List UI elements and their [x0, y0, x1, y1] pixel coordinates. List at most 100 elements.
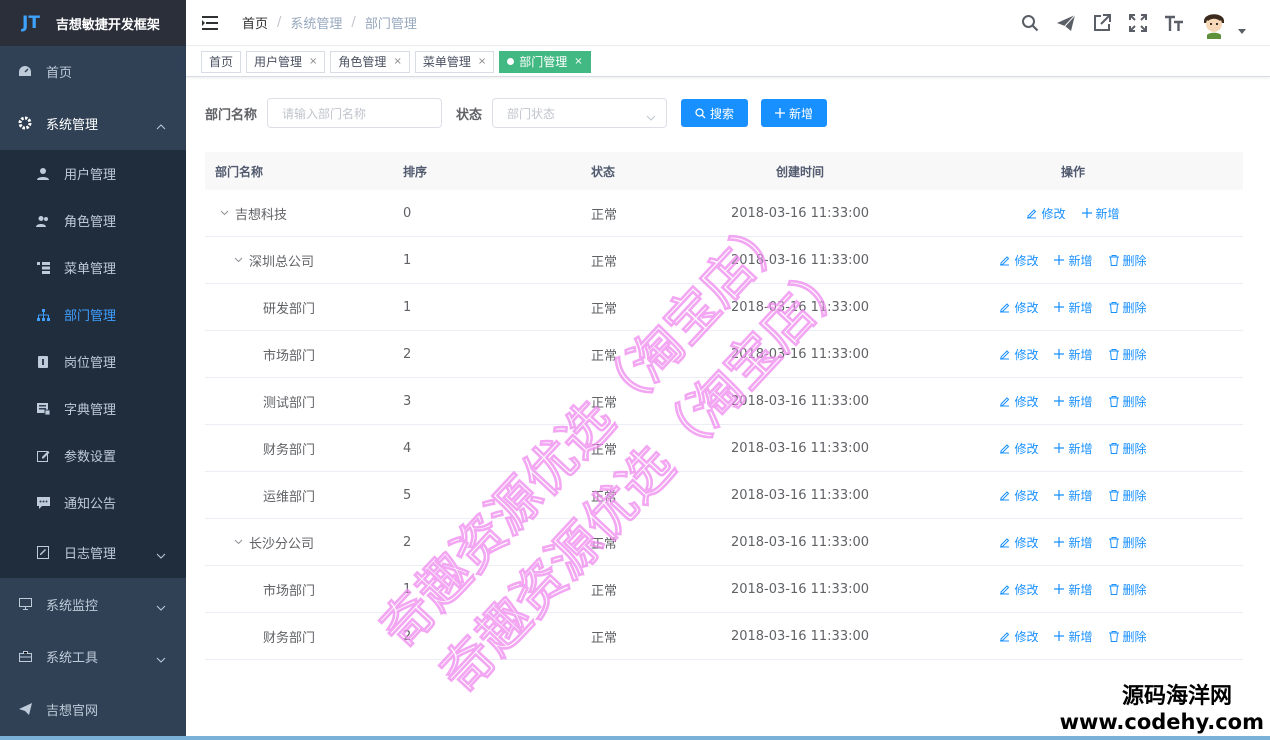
edit-button[interactable]: 修改	[999, 487, 1038, 504]
tag-label: 角色管理	[338, 55, 387, 69]
sidebar-item-depts[interactable]: 部门管理	[0, 291, 186, 338]
sidebar-item-users[interactable]: 用户管理	[0, 150, 186, 197]
add-child-button[interactable]: 新增	[1081, 205, 1120, 222]
delete-button[interactable]: 删除	[1108, 252, 1147, 269]
add-child-button[interactable]: 新增	[1054, 628, 1093, 645]
add-child-button[interactable]: 新增	[1054, 534, 1093, 551]
close-icon[interactable]: ×	[574, 56, 582, 67]
delete-button[interactable]: 删除	[1108, 346, 1147, 363]
dept-name-input[interactable]: 请输入部门名称	[267, 98, 443, 128]
search-button[interactable]: 搜索	[681, 99, 749, 127]
log-icon	[36, 545, 50, 559]
tree-table-icon	[36, 261, 50, 275]
breadcrumb-item[interactable]: 首页	[242, 13, 268, 32]
edit-button[interactable]: 修改	[999, 628, 1038, 645]
sidebar-item-system[interactable]: 系统管理	[0, 96, 186, 150]
caret-down-icon[interactable]	[1238, 23, 1246, 38]
edit-label: 修改	[1014, 488, 1039, 503]
edit-button[interactable]: 修改	[999, 346, 1038, 363]
edit-button[interactable]: 修改	[999, 534, 1038, 551]
close-icon[interactable]: ×	[309, 56, 317, 67]
sidebar-item-roles[interactable]: 角色管理	[0, 197, 186, 244]
search-icon[interactable]	[1020, 13, 1040, 33]
fullscreen-icon[interactable]	[1128, 13, 1148, 33]
sidebar-item-label: 参数设置	[64, 450, 117, 465]
sidebar-item-label: 角色管理	[64, 215, 117, 230]
cell-actions: 修改 新增 删除	[903, 487, 1243, 504]
chevron-down-icon[interactable]	[217, 210, 231, 216]
font-size-icon[interactable]	[1164, 13, 1184, 33]
active-dot-icon	[507, 58, 515, 65]
trash-icon	[1108, 395, 1119, 407]
tag-home[interactable]: 首页	[201, 50, 242, 73]
edit-button[interactable]: 修改	[1026, 205, 1066, 222]
close-icon[interactable]: ×	[478, 56, 486, 67]
cell-dept-name: 研发部门	[205, 298, 393, 317]
edit-label: 修改	[1014, 300, 1039, 315]
dept-name: 财务部门	[263, 630, 316, 646]
sidebar-item-website[interactable]: 吉想官网	[0, 682, 186, 736]
delete-button[interactable]: 删除	[1108, 393, 1147, 410]
delete-button[interactable]: 删除	[1108, 628, 1147, 645]
edit-button[interactable]: 修改	[999, 581, 1038, 598]
edit-button[interactable]: 修改	[999, 252, 1038, 269]
edit-button[interactable]: 修改	[999, 440, 1038, 457]
cell-status: 正常	[591, 207, 618, 223]
add-label: 新增	[1095, 206, 1120, 221]
cell-dept-name: 市场部门	[205, 345, 393, 364]
cell-actions: 修改 新增 删除	[903, 393, 1243, 410]
sidebar-item-home[interactable]: 首页	[0, 46, 186, 96]
add-button[interactable]: 新增	[761, 99, 828, 127]
chevron-down-icon[interactable]	[231, 539, 245, 545]
tag-menus[interactable]: 菜单管理 ×	[414, 50, 495, 73]
tag-users[interactable]: 用户管理 ×	[246, 50, 326, 73]
add-child-button[interactable]: 新增	[1054, 393, 1093, 410]
tag-roles[interactable]: 角色管理 ×	[330, 50, 410, 73]
edit-button[interactable]: 修改	[999, 393, 1038, 410]
paper-plane-icon[interactable]	[1056, 13, 1076, 33]
sidebar-item-dict[interactable]: 字典管理	[0, 385, 186, 432]
add-label: 新增	[1068, 582, 1093, 597]
external-link-icon[interactable]	[1092, 13, 1112, 33]
delete-button[interactable]: 删除	[1108, 440, 1147, 457]
add-child-button[interactable]: 新增	[1054, 252, 1093, 269]
hamburger-icon[interactable]	[202, 15, 218, 30]
edit-label: 修改	[1014, 394, 1039, 409]
tags-view: 首页 用户管理 × 角色管理 × 菜单管理 × 部门管理 ×	[186, 47, 1270, 77]
sidebar-item-notice[interactable]: 通知公告	[0, 479, 186, 526]
cell-dept-name: 市场部门	[205, 580, 393, 599]
chevron-down-icon[interactable]	[231, 257, 245, 263]
avatar[interactable]	[1198, 7, 1230, 39]
sidebar-item-logs[interactable]: 日志管理	[0, 526, 186, 578]
sidebar-item-menus[interactable]: 菜单管理	[0, 244, 186, 291]
status-select[interactable]: 部门状态	[492, 98, 668, 128]
table-row: 市场部门 1 正常 2018-03-16 11:33:00 修改 新增 删除	[205, 566, 1243, 613]
right-toolbar	[1004, 0, 1246, 46]
add-child-button[interactable]: 新增	[1054, 346, 1093, 363]
sidebar-item-monitor[interactable]: 系统监控	[0, 578, 186, 630]
edit-button[interactable]: 修改	[999, 299, 1038, 316]
table-row: 测试部门 3 正常 2018-03-16 11:33:00 修改 新增 删除	[205, 378, 1243, 425]
cell-order: 2	[403, 534, 412, 550]
cell-dept-name: 吉想科技	[205, 204, 393, 223]
sidebar-item-tools[interactable]: 系统工具	[0, 630, 186, 682]
logo[interactable]: JT 吉想敏捷开发框架	[0, 0, 186, 46]
add-child-button[interactable]: 新增	[1054, 299, 1093, 316]
dept-name: 吉想科技	[235, 207, 288, 223]
add-child-button[interactable]: 新增	[1054, 581, 1093, 598]
sidebar-item-posts[interactable]: 岗位管理	[0, 338, 186, 385]
close-icon[interactable]: ×	[393, 56, 401, 67]
delete-button[interactable]: 删除	[1108, 299, 1147, 316]
sidebar-item-config[interactable]: 参数设置	[0, 432, 186, 479]
chevron-down-icon	[646, 110, 656, 124]
table-row: 财务部门 4 正常 2018-03-16 11:33:00 修改 新增 删除	[205, 425, 1243, 472]
tag-depts[interactable]: 部门管理 ×	[499, 50, 591, 73]
sidebar: JT 吉想敏捷开发框架 首页 系统管理 用户管理 角色管理 菜单管理 部门管理 …	[0, 0, 186, 740]
add-child-button[interactable]: 新增	[1054, 487, 1093, 504]
delete-button[interactable]: 删除	[1108, 534, 1147, 551]
delete-button[interactable]: 删除	[1108, 487, 1147, 504]
cell-order: 3	[403, 393, 412, 409]
add-child-button[interactable]: 新增	[1054, 440, 1093, 457]
delete-button[interactable]: 删除	[1108, 581, 1147, 598]
table-body: 吉想科技 0 正常 2018-03-16 11:33:00 修改 新增 深圳总公司 1 正常 20…	[205, 190, 1243, 660]
